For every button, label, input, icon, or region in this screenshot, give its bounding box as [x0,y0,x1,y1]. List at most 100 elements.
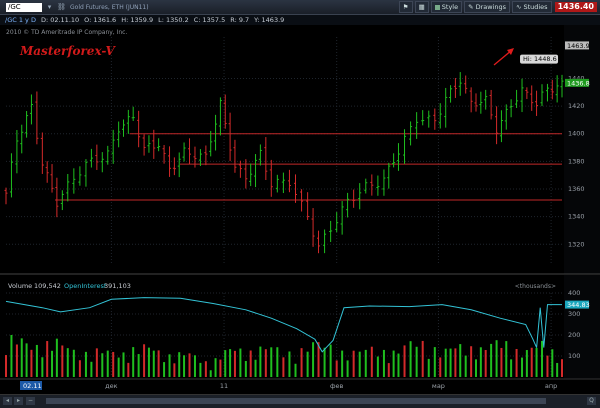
volume-bar [101,353,104,377]
volume-bar [500,347,503,377]
last-price-tag: 1436.8 [567,79,590,87]
volume-bar [163,362,166,377]
time-tick-label: 11 [220,382,228,390]
volume-bar [294,363,297,377]
volume-bar [454,348,457,377]
volume-bar [352,350,355,377]
volume-tick-label: 200 [568,331,580,339]
volume-bar [25,343,28,377]
aggregation-label[interactable]: /GC 1 y D [5,16,36,24]
volume-bar [30,349,33,377]
volume-bar [143,344,146,377]
volume-bar [72,349,75,377]
drawings-button[interactable]: ✎ Drawings [464,1,510,13]
flag-button[interactable]: ⚑ [398,1,413,13]
time-tick-label: фев [330,382,344,390]
time-scrollbar[interactable]: ◂ ▸ − Q [0,394,600,408]
volume-bar [439,357,442,377]
volume-bar [90,361,93,377]
price-axis: 1320134013601380140014201440 [564,25,600,274]
volume-bar [259,346,262,377]
volume-bar [521,357,524,377]
volume-bar [444,348,447,377]
volume-bar [106,350,109,377]
volume-bar [270,347,273,377]
grid-button[interactable]: ▦ [414,1,429,13]
volume-bar [5,355,7,377]
scroll-left-icon[interactable]: ◂ [3,397,12,405]
price-tick-label: 1380 [568,157,585,165]
oi-label: OpenInterest [64,282,107,290]
last-price-badge: 1436.40 [554,2,597,12]
zoom-icon[interactable]: Q [587,397,596,405]
volume-bar [233,350,236,377]
volume-bar [41,357,44,377]
volume-bar [204,361,207,377]
volume-bar [409,341,412,377]
volume-bar [288,351,291,377]
volume-bar [51,350,54,377]
style-icon [434,4,440,10]
volume-bar [193,355,196,377]
volume-bar [515,348,518,377]
volume-label: Volume [8,282,32,290]
style-button[interactable]: Style [430,1,463,13]
top-price-tag: 1463.9 [567,42,590,50]
volume-bar [421,340,424,377]
price-tick-label: 1340 [568,213,585,221]
info-low: L: 1350.2 [158,16,189,24]
volume-bar [224,350,227,377]
volume-bar [10,334,13,377]
volume-bar [474,359,477,377]
volume-bar [229,349,232,377]
volume-bar [264,349,267,377]
studies-button[interactable]: ∿ Studies [511,1,552,13]
volume-bar [561,359,563,377]
symbol-input[interactable]: /GC [6,2,42,12]
chart-background [0,25,600,394]
info-range: R: 9.7 [230,16,250,24]
time-tick-label: апр [545,382,557,390]
volume-bar [525,350,528,377]
info-close: C: 1357.5 [193,16,226,24]
volume-bar [358,351,361,377]
cursor-date-label: 02.11 [23,382,42,390]
scrollbar-thumb[interactable] [46,398,546,404]
volume-bar [66,348,69,377]
ohlc-info-bar: /GC 1 y D D: 02.11.10 O: 1361.6 H: 1359.… [0,15,600,25]
flag-icon: ⚑ [402,3,409,11]
oi-tag-label: 344.83 [567,301,590,309]
volume-bar [178,352,181,377]
volume-bar [35,344,38,377]
volume-bar [392,350,395,377]
volume-bar [433,347,436,377]
scroll-right-icon[interactable]: ▸ [14,397,23,405]
volume-bar [329,344,332,377]
volume-bar [15,344,18,377]
volume-bar [387,363,390,377]
volume-bar [239,348,242,377]
volume-bar [459,344,462,377]
link-icon[interactable]: ⛓ [57,3,66,12]
volume-bar [173,363,176,377]
dropdown-icon[interactable]: ▾ [45,3,54,12]
volume-bar [152,350,155,377]
volume-bar [415,346,418,377]
volume-bar [137,354,140,377]
volume-bar [370,346,373,377]
volume-bar [127,362,130,377]
volume-bar [55,338,58,377]
volume-bar [551,349,554,377]
time-tick-label: дек [105,382,117,390]
volume-bar [535,347,538,377]
volume-bar [78,360,81,377]
volume-bar [403,345,406,377]
volume-bar [219,359,222,377]
volume-axis: 100 200 300 400 [564,275,600,379]
volume-bar [282,357,285,377]
zoom-out-icon[interactable]: − [26,397,35,405]
volume-bar [276,347,279,377]
chart[interactable]: 2010 © TD Ameritrade IP Company, Inc. Ma… [0,25,600,394]
volume-bar [556,362,559,377]
volume-bar [335,360,338,377]
